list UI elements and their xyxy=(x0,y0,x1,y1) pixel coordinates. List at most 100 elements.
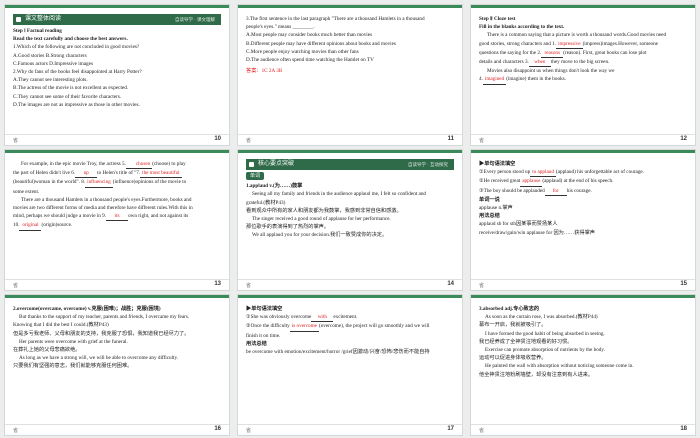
slide-12[interactable]: Step Ⅱ Cloze test Fill in the blanks acc… xyxy=(470,4,696,146)
slide-number: 14 xyxy=(447,281,454,287)
option: C.They cannot see some of their favorite… xyxy=(13,93,122,100)
exercise-item: finish it on time. xyxy=(246,332,281,339)
logo-icon: 省 xyxy=(246,428,252,434)
example-sentence: Exercise can promote absorption of nutri… xyxy=(485,347,605,354)
slide-number: 12 xyxy=(680,136,687,142)
word-entry: 3.absorbed adj.专心致志的 xyxy=(479,306,540,312)
answer-blank: for xyxy=(544,187,567,196)
slide-11[interactable]: 3.The first sentence in the last paragra… xyxy=(237,4,463,146)
answer-blank: reasons xyxy=(541,49,564,59)
slide-number: 16 xyxy=(214,426,221,432)
answer-blank: its xyxy=(106,212,129,222)
logo-icon: 省 xyxy=(479,283,485,289)
section-header: 核心要点突破 自读导学 · 互动探究 xyxy=(246,159,454,170)
cloze-text: movies are two different forms of media … xyxy=(13,205,193,212)
note-heading: 用法总结 xyxy=(479,213,500,220)
option: A.Good stories B.Strong characters xyxy=(13,52,87,59)
example-sentence: Seeing all my family and friends in the … xyxy=(252,191,427,198)
option: D.The audience often spend time watching… xyxy=(246,57,374,64)
cloze-text: (beautiful)woman in the world". 8. influe… xyxy=(13,178,221,188)
logo-icon: 省 xyxy=(13,138,19,144)
translation: 他全神贯注地粉刷墙壁，却没有注意到有人进来。 xyxy=(479,371,594,378)
word-entry: 1.applaud v.(为……)鼓掌 xyxy=(246,183,303,190)
slide-17[interactable]: ▶单句语法填空 ①She was obviously overcome with e… xyxy=(237,294,463,436)
exercise-item: ①Every person stood up to applaud (applaud… xyxy=(479,168,687,178)
slide-13[interactable]: For example, in the epic movie Troy, the… xyxy=(4,149,230,291)
slide-number: 15 xyxy=(680,281,687,287)
exercise-item: ③The boy should be applauded for his coura… xyxy=(479,187,687,196)
slide-accent-bar xyxy=(471,5,695,8)
cloze-text: 4. imagined (imagine) them in the books. xyxy=(479,75,687,85)
translation: 那位歌手的表演得到了热烈的掌声。 xyxy=(246,224,330,231)
option: D.The images are not as impressive as th… xyxy=(13,101,140,108)
translation: 在葬礼上她的父母悲痛欲绝。 xyxy=(13,347,81,354)
slide-15[interactable]: ▶单句语法填空 ①Every person stood up to applaud… xyxy=(470,149,696,291)
note-text: applaud sb for sth因某事而赞扬某人 xyxy=(479,221,558,228)
cloze-text: mind, perhaps we should judge a movie in… xyxy=(13,212,221,222)
question: 2.Why do fans of the books feel disappoi… xyxy=(13,69,142,76)
cloze-text: Movies also disappoint us when things do… xyxy=(487,68,615,75)
slide-accent-bar xyxy=(471,295,695,298)
example-sentence: As long as we have a strong will, we wil… xyxy=(19,355,179,362)
cloze-text: There is a common saying that a picture … xyxy=(487,32,667,39)
step-title: Step Ⅰ Factual reading xyxy=(13,28,62,34)
slide-accent-bar xyxy=(238,5,462,8)
answer-blank: chosen xyxy=(125,160,153,170)
option: B.Different people may have different op… xyxy=(246,40,396,47)
option: A.They cannot see interesting plots. xyxy=(13,77,88,84)
slide-16[interactable]: 2.overcome(overcame, overcome) v.克服(困难)；… xyxy=(4,294,230,436)
option: B.The actress of the movie is not excell… xyxy=(13,85,129,92)
example-sentence: grateful.(教材P43) xyxy=(246,199,286,206)
answer-blank: imagined xyxy=(482,75,507,85)
slide-accent-bar xyxy=(5,5,229,8)
step-title: Step Ⅱ Cloze test xyxy=(479,16,516,22)
answer-blank: with xyxy=(311,313,334,323)
answer-blank: impressive xyxy=(556,40,583,49)
instruction: Fill in the blanks according to the text… xyxy=(479,24,565,31)
option: C.More people enjoy watching movies than… xyxy=(246,48,359,55)
example-sentence: As soon as the curtain rose, I was absor… xyxy=(485,314,598,321)
answer-blank: influencing xyxy=(85,178,113,188)
answer-blank: when xyxy=(528,58,551,68)
slide-accent-bar xyxy=(5,150,229,153)
note-heading: 单词一说 xyxy=(479,196,500,203)
example-sentence: Her parents were overcome with grief at … xyxy=(19,338,128,345)
slide-18[interactable]: 3.absorbed adj.专心致志的 As soon as the curt… xyxy=(470,294,696,436)
slide-accent-bar xyxy=(471,150,695,153)
exercise-title: ▶单句语法填空 xyxy=(479,161,516,167)
exercise-item: ①She was obviously overcome with excitemen… xyxy=(246,313,454,323)
exercise-item: ②Once the difficulty is overcome (overcome… xyxy=(246,322,454,332)
note-heading: 用法总结 xyxy=(246,340,267,347)
cloze-text: For example, in the epic movie Troy, the… xyxy=(13,160,221,170)
answer-blank: applause xyxy=(520,177,543,187)
logo-icon: 省 xyxy=(479,138,485,144)
translation: 我已经养成了全神贯注地观看的好习惯。 xyxy=(479,338,573,345)
question: 1.Which of the following are not conclud… xyxy=(13,44,140,51)
option: A.Most people may consider books much be… xyxy=(246,32,373,39)
cloze-text: some extent. xyxy=(13,188,40,195)
slide-10[interactable]: 课文整体阅读 自读导学 · 课文理解 Step Ⅰ Factual reading… xyxy=(4,4,230,146)
example-sentence: I have formed the good habit of being ab… xyxy=(485,330,605,337)
slide-accent-bar xyxy=(5,295,229,298)
logo-icon: 省 xyxy=(246,138,252,144)
answer-blank: the most beautiful xyxy=(140,169,182,179)
cloze-text: questions the saying for the 2. reasons (r… xyxy=(479,49,687,59)
note-text: applause n.掌声 xyxy=(479,205,513,212)
cloze-text: the part of Helen didn't live 6. up to Hel… xyxy=(13,169,221,179)
question: people's eyes." means ________. xyxy=(246,24,315,31)
exercise-item: ②He received great applause (applaud) at t… xyxy=(479,177,687,187)
cloze-text: details and characters 3. when they move t… xyxy=(479,58,687,68)
note-text: receive/draw/gain/win applause for 因为……获… xyxy=(479,229,595,236)
example-sentence: We all applaud you for your decision.我们一… xyxy=(252,232,388,239)
cloze-text: good stories, strong characters and 1. im… xyxy=(479,40,687,49)
logo-icon: 省 xyxy=(13,283,19,289)
instruction: Read the text carefully and choose the b… xyxy=(13,36,128,43)
translation: 运动可以促进身体吸收营养。 xyxy=(479,355,547,362)
logo-icon: 省 xyxy=(246,283,252,289)
slide-accent-bar xyxy=(238,150,462,153)
slide-number: 11 xyxy=(447,136,454,142)
word-entry: 2.overcome(overcame, overcome) v.克服(困难)；… xyxy=(13,306,161,312)
slide-14[interactable]: 核心要点突破 自读导学 · 互动探究 单词 1.applaud v.(为……)鼓掌… xyxy=(237,149,463,291)
note-text: be overcome with emotion/excitement/horr… xyxy=(246,349,430,356)
cloze-text: There are a thousand Hamlets in a thousa… xyxy=(21,196,192,203)
